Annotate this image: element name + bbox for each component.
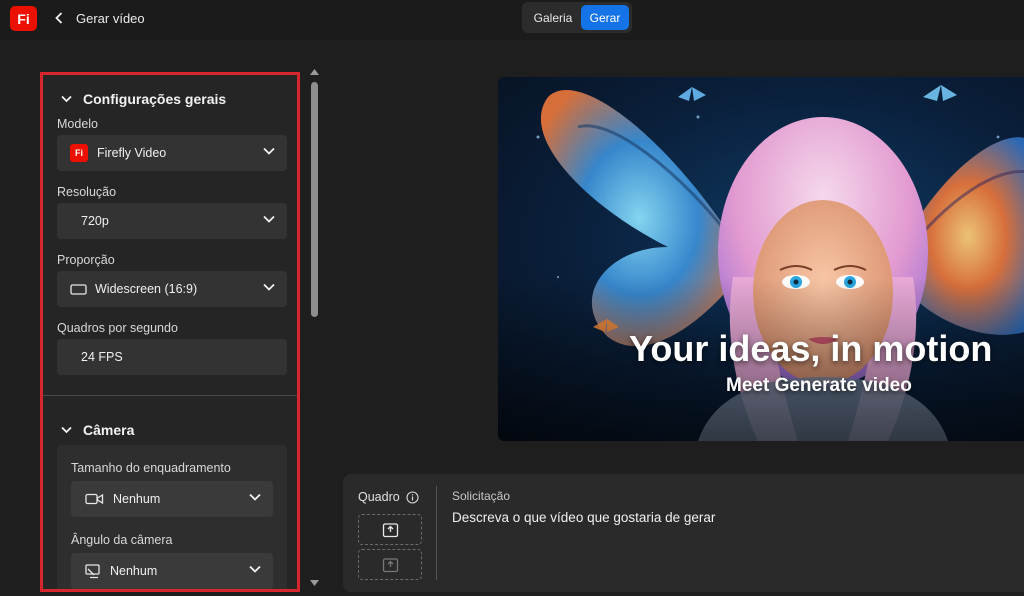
chevron-down-icon bbox=[61, 426, 72, 434]
aspect-label: Proporção bbox=[57, 253, 115, 267]
page-title: Gerar vídeo bbox=[76, 11, 145, 26]
chevron-down-icon bbox=[263, 147, 275, 155]
first-frame-upload[interactable] bbox=[358, 514, 422, 545]
angle-value: Nenhum bbox=[110, 564, 158, 578]
scrollbar-thumb[interactable] bbox=[311, 82, 318, 317]
camera-header[interactable]: Câmera bbox=[61, 422, 134, 438]
resolution-value: 720p bbox=[81, 214, 109, 228]
firefly-logo[interactable]: Fi bbox=[10, 6, 37, 31]
view-switcher: Galeria Gerar bbox=[522, 2, 632, 33]
fps-value: 24 FPS bbox=[81, 350, 123, 364]
model-dropdown[interactable]: Fi Firefly Video bbox=[57, 135, 287, 171]
framing-label: Tamanho do enquadramento bbox=[71, 461, 231, 475]
fps-field[interactable]: 24 FPS bbox=[57, 339, 287, 375]
prompt-label: Solicitação bbox=[452, 489, 511, 503]
preview-subline: Meet Generate video bbox=[726, 375, 912, 396]
tab-generate[interactable]: Gerar bbox=[581, 5, 629, 30]
chevron-down-icon bbox=[249, 565, 261, 573]
prompt-bar: Quadro Solicitação Descreva o que vídeo … bbox=[343, 474, 1024, 592]
upload-icon bbox=[382, 558, 398, 573]
section-divider bbox=[43, 395, 297, 396]
camera-angle-icon bbox=[85, 563, 100, 578]
camera-settings-group: Tamanho do enquadramento Nenhum Ângulo d… bbox=[57, 445, 287, 589]
info-icon[interactable] bbox=[406, 490, 419, 504]
scroll-up-arrow-icon[interactable] bbox=[309, 68, 320, 76]
video-camera-icon bbox=[85, 493, 104, 505]
aspect-dropdown[interactable]: Widescreen (16:9) bbox=[57, 271, 287, 307]
framing-dropdown[interactable]: Nenhum bbox=[71, 481, 273, 517]
prompt-divider bbox=[436, 486, 437, 580]
chevron-down-icon bbox=[263, 283, 275, 291]
general-settings-header[interactable]: Configurações gerais bbox=[61, 91, 226, 107]
angle-dropdown[interactable]: Nenhum bbox=[71, 553, 273, 589]
upload-icon bbox=[382, 523, 398, 538]
chevron-down-icon bbox=[61, 95, 72, 103]
preview-banner: Your ideas, in motion Meet Generate vide… bbox=[498, 77, 1024, 441]
chevron-down-icon bbox=[263, 215, 275, 223]
widescreen-icon bbox=[70, 283, 87, 295]
fps-label: Quadros por segundo bbox=[57, 321, 178, 335]
camera-title: Câmera bbox=[83, 422, 135, 438]
frame-label: Quadro bbox=[358, 490, 400, 504]
chevron-down-icon bbox=[249, 493, 261, 501]
resolution-label: Resolução bbox=[57, 185, 117, 199]
preview-headline: Your ideas, in motion bbox=[629, 328, 993, 369]
scroll-down-arrow-icon[interactable] bbox=[309, 579, 320, 587]
frame-header: Quadro bbox=[358, 490, 419, 504]
tab-gallery[interactable]: Galeria bbox=[525, 5, 581, 30]
aspect-value: Widescreen (16:9) bbox=[95, 282, 198, 296]
prompt-input[interactable]: Descreva o que vídeo que gostaria de ger… bbox=[452, 510, 972, 525]
general-settings-title: Configurações gerais bbox=[83, 91, 227, 107]
framing-value: Nenhum bbox=[113, 492, 161, 506]
top-bar: Fi Gerar vídeo Galeria Gerar bbox=[0, 0, 1024, 40]
settings-panel: Configurações gerais Modelo Fi Firefly V… bbox=[40, 72, 300, 592]
chevron-left-icon[interactable] bbox=[52, 9, 66, 27]
angle-label: Ângulo da câmera bbox=[71, 533, 173, 547]
model-value: Firefly Video bbox=[97, 146, 167, 160]
firefly-logo-icon: Fi bbox=[70, 144, 88, 162]
last-frame-upload[interactable] bbox=[358, 549, 422, 580]
resolution-dropdown[interactable]: 720p bbox=[57, 203, 287, 239]
model-label: Modelo bbox=[57, 117, 98, 131]
